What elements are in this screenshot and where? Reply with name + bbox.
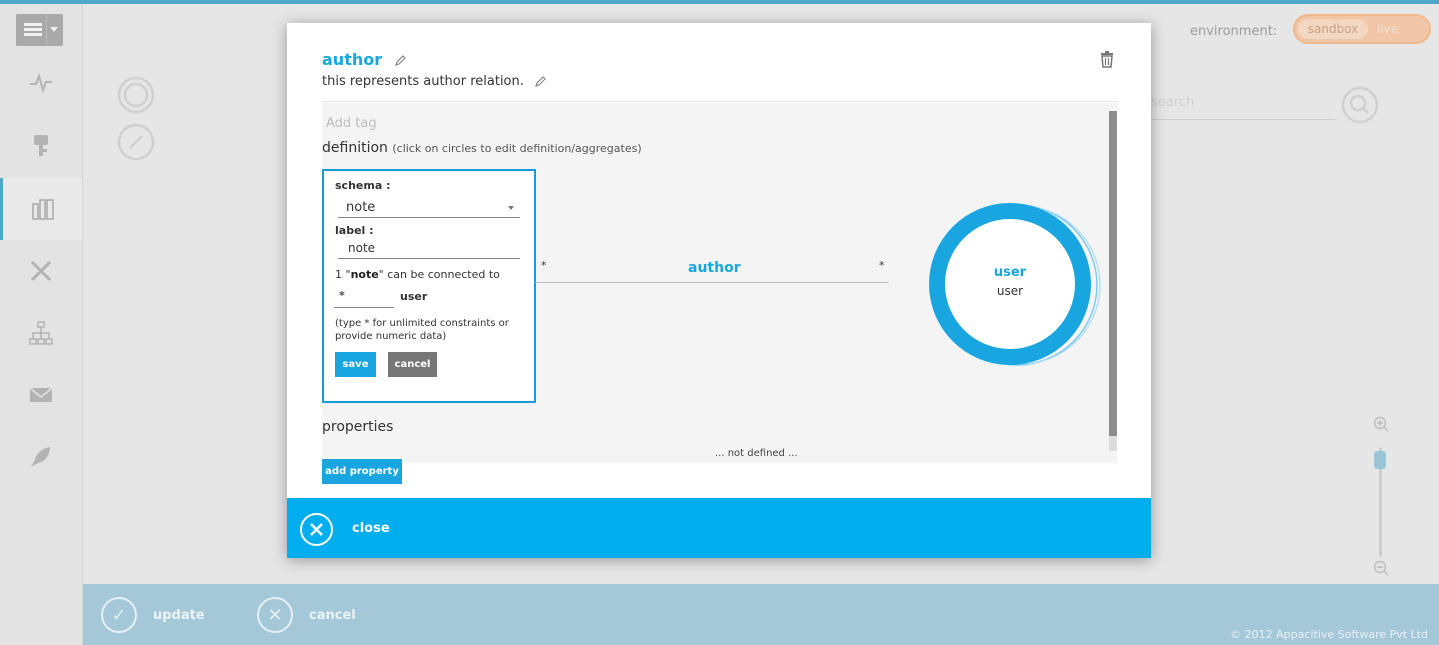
add-tag-input[interactable]: Add tag xyxy=(326,116,377,131)
schema-select[interactable]: note xyxy=(338,198,520,218)
cancel-button[interactable]: cancel xyxy=(388,352,437,377)
sidebar-item-mail[interactable] xyxy=(0,364,82,426)
relation-modal: author this represents author relation. … xyxy=(287,23,1151,558)
environment-label: environment: xyxy=(1190,24,1278,39)
close-label[interactable]: close xyxy=(352,521,390,536)
definition-editor: schema : note label : note 1 "note" can … xyxy=(322,169,536,403)
relation-line[interactable] xyxy=(535,282,889,283)
target-icon[interactable] xyxy=(116,75,156,115)
schema-node-user[interactable]: user user xyxy=(927,201,1105,369)
sidebar-item-hierarchy[interactable] xyxy=(0,302,82,364)
zoom-slider-handle[interactable] xyxy=(1374,451,1386,469)
add-property-button[interactable]: add property xyxy=(322,459,402,484)
search-icon[interactable] xyxy=(1340,85,1380,125)
schema-select-value: note xyxy=(346,200,376,215)
connection-source: note xyxy=(350,268,379,281)
label-label: label : xyxy=(335,224,374,237)
modal-footer: close xyxy=(287,498,1151,558)
check-icon: ✓ xyxy=(101,597,137,633)
chevron-down-icon xyxy=(46,14,60,46)
search-input[interactable]: search xyxy=(1145,92,1335,120)
zoom-out-icon[interactable] xyxy=(1372,559,1390,577)
copyright: © 2012 Appacitive Software Pvt Ltd xyxy=(1230,628,1428,641)
multiplicity-help: (type * for unlimited constraints or pro… xyxy=(335,318,509,342)
properties-heading: properties xyxy=(322,419,394,435)
sidebar xyxy=(0,4,83,645)
trash-icon[interactable] xyxy=(1099,50,1115,68)
tools-icon xyxy=(30,260,52,282)
pencil-icon[interactable] xyxy=(534,75,546,88)
definition-heading: definition (click on circles to edit def… xyxy=(322,140,642,156)
divider xyxy=(322,101,1118,102)
zoom-control xyxy=(1370,415,1392,577)
zoom-in-icon[interactable] xyxy=(1372,415,1390,433)
definition-hint: (click on circles to edit definition/agg… xyxy=(392,142,642,155)
sidebar-item-deploy[interactable] xyxy=(0,426,82,488)
left-multiplicity: * xyxy=(541,259,547,272)
bottom-cancel-label: cancel xyxy=(309,607,356,623)
pencil-icon[interactable] xyxy=(394,54,406,67)
menu-button[interactable] xyxy=(16,14,63,46)
multiplicity-input[interactable]: * xyxy=(334,288,394,308)
sidebar-item-activity[interactable] xyxy=(0,52,82,114)
relation-title[interactable]: author xyxy=(322,50,406,69)
schema-label: schema : xyxy=(335,179,391,192)
node-label: user xyxy=(996,284,1024,298)
sidebar-item-tools[interactable] xyxy=(0,240,82,302)
right-multiplicity: * xyxy=(879,259,885,272)
relation-title-text: author xyxy=(322,50,383,69)
schema-icon xyxy=(31,199,54,220)
definition-heading-text: definition xyxy=(322,140,388,156)
relation-description[interactable]: this represents author relation. xyxy=(322,74,546,89)
scrollbar-thumb[interactable] xyxy=(1109,111,1117,436)
close-icon: ✕ xyxy=(257,597,293,633)
chevron-down-icon xyxy=(508,206,514,213)
relation-line-label[interactable]: author xyxy=(688,260,741,276)
properties-empty-text: ... not defined ... xyxy=(715,448,798,456)
label-input[interactable]: note xyxy=(338,239,520,259)
environment-toggle[interactable]: sandbox live xyxy=(1293,14,1431,44)
update-button[interactable]: ✓ update xyxy=(101,596,205,634)
close-button[interactable] xyxy=(300,513,333,546)
save-button[interactable]: save xyxy=(335,352,376,377)
connection-text: 1 "note" can be connected to xyxy=(335,268,500,281)
key-icon xyxy=(34,135,48,156)
update-label: update xyxy=(153,607,205,623)
hierarchy-icon xyxy=(29,321,53,345)
node-schema-name: user xyxy=(993,265,1027,280)
environment-option-sandbox[interactable]: sandbox xyxy=(1298,19,1368,39)
activity-icon xyxy=(30,72,52,94)
bottom-action-bar: ✓ update ✕ cancel © 2012 Appacitive Soft… xyxy=(83,584,1439,645)
sidebar-item-schema[interactable] xyxy=(0,178,82,240)
bottom-cancel-button[interactable]: ✕ cancel xyxy=(257,596,356,634)
list-icon xyxy=(24,23,42,37)
relation-description-text: this represents author relation. xyxy=(322,74,524,89)
rocket-icon xyxy=(31,447,50,467)
close-icon xyxy=(310,523,323,536)
mail-icon xyxy=(29,387,53,402)
environment-option-live[interactable]: live xyxy=(1377,19,1398,39)
sidebar-item-keys[interactable] xyxy=(0,114,82,176)
connection-target: user xyxy=(400,290,428,303)
link-icon[interactable] xyxy=(116,122,156,162)
